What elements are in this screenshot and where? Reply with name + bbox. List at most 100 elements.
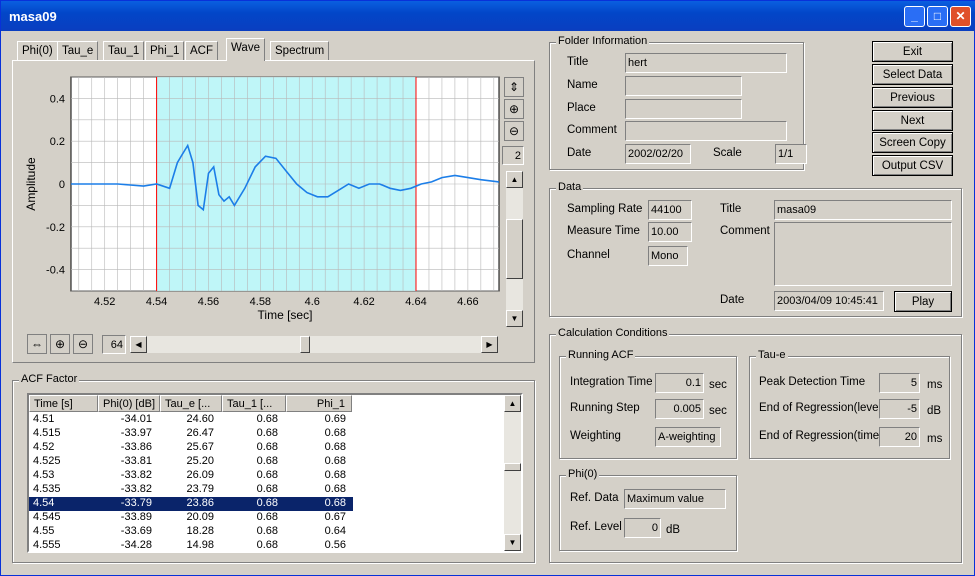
folder-place-label: Place bbox=[567, 102, 596, 114]
horizontal-zoom-value: 64 bbox=[102, 335, 126, 354]
channel-field: Mono bbox=[648, 246, 688, 266]
zoom-out-vertical-icon[interactable]: ⊖ bbox=[504, 121, 524, 141]
table-cell: -33.86 bbox=[120, 441, 152, 453]
table-cell: 4.54 bbox=[33, 497, 55, 509]
maximize-button[interactable]: □ bbox=[927, 6, 948, 27]
table-cell: 4.52 bbox=[33, 441, 55, 453]
folder-info-label: Folder Information bbox=[556, 35, 650, 47]
peak-detection-unit: ms bbox=[927, 379, 943, 391]
x-tick-label: 4.54 bbox=[146, 296, 167, 308]
col-phi0[interactable]: Phi(0) [dB] bbox=[98, 395, 160, 412]
h-scroll-thumb[interactable] bbox=[300, 336, 310, 353]
zoom-out-horizontal-icon[interactable]: ⊖ bbox=[73, 334, 93, 354]
output-csv-button[interactable]: Output CSV bbox=[872, 155, 953, 176]
table-row[interactable]: 4.515 -33.97 26.47 0.68 0.68 bbox=[29, 427, 353, 441]
sampling-rate-label: Sampling Rate bbox=[567, 203, 643, 215]
data-title-field: masa09 bbox=[774, 200, 952, 220]
table-row[interactable]: 4.535 -33.82 23.79 0.68 0.68 bbox=[29, 483, 353, 497]
zoom-in-horizontal-icon[interactable]: ⊕ bbox=[50, 334, 70, 354]
ref-level-label: Ref. Level bbox=[570, 521, 622, 533]
y-tick-label: 0.4 bbox=[50, 93, 65, 105]
table-cell: 4.51 bbox=[33, 413, 55, 425]
folder-name-label: Name bbox=[567, 79, 598, 91]
x-tick-label: 4.66 bbox=[457, 296, 478, 308]
table-cell: 26.09 bbox=[186, 469, 214, 481]
previous-button[interactable]: Previous bbox=[872, 87, 953, 108]
data-label: Data bbox=[556, 181, 584, 193]
col-time[interactable]: Time [s] bbox=[29, 395, 98, 412]
peak-detection-field: 5 bbox=[879, 373, 920, 393]
fit-horizontal-icon[interactable]: ⇔ bbox=[27, 334, 47, 354]
acf-scroll-down-icon[interactable]: ▼ bbox=[504, 534, 521, 551]
col-phi-1[interactable]: Phi_1 bbox=[286, 395, 352, 412]
horizontal-scrollbar[interactable]: ◀ ▶ bbox=[130, 336, 498, 353]
y-tick-label: -0.2 bbox=[46, 222, 65, 234]
ref-level-field: 0 bbox=[624, 518, 661, 538]
acf-scrollbar[interactable]: ▲ ▼ bbox=[504, 395, 521, 551]
table-body: 4.51 -34.01 24.60 0.68 0.69 4.515 -33.97 26.47 0… bbox=[29, 413, 353, 551]
scroll-left-icon[interactable]: ◀ bbox=[130, 336, 147, 353]
folder-comment-label: Comment bbox=[567, 124, 617, 136]
fit-vertical-icon[interactable]: ⇕ bbox=[504, 77, 524, 97]
folder-date-field: 2002/02/20 bbox=[625, 144, 691, 164]
tab-phi-1[interactable]: Phi_1 bbox=[145, 41, 185, 61]
integration-unit: sec bbox=[709, 379, 727, 391]
table-cell: 0.68 bbox=[324, 441, 346, 453]
folder-title-label: Title bbox=[567, 56, 589, 68]
acf-table[interactable]: Time [s] Phi(0) [dB] Tau_e [... Tau_1 [.… bbox=[27, 393, 523, 553]
tab-tau-e[interactable]: Tau_e bbox=[57, 41, 99, 61]
col-tau-1[interactable]: Tau_1 [... bbox=[222, 395, 286, 412]
acf-factor-label: ACF Factor bbox=[19, 373, 80, 385]
ref-data-field: Maximum value bbox=[624, 489, 726, 509]
zoom-in-vertical-icon[interactable]: ⊕ bbox=[504, 99, 524, 119]
tab-phi0[interactable]: Phi(0) bbox=[17, 41, 58, 61]
tab-tau-1[interactable]: Tau_1 bbox=[103, 41, 145, 61]
measure-time-field: 10.00 bbox=[648, 222, 692, 242]
table-cell: 0.68 bbox=[324, 483, 346, 495]
select-data-button[interactable]: Select Data bbox=[872, 64, 953, 85]
scroll-thumb[interactable] bbox=[506, 219, 523, 279]
col-tau-e[interactable]: Tau_e [... bbox=[160, 395, 222, 412]
table-row[interactable]: 4.525 -33.81 25.20 0.68 0.68 bbox=[29, 455, 353, 469]
running-step-unit: sec bbox=[709, 405, 727, 417]
integration-time-label: Integration Time bbox=[570, 376, 653, 388]
table-row[interactable]: 4.51 -34.01 24.60 0.68 0.69 bbox=[29, 413, 353, 427]
wave-chart[interactable]: 4.52 4.54 4.56 4.58 4.6 4.62 4.64 4.66 0.4 0.2 0 -0… bbox=[23, 67, 501, 329]
exit-button[interactable]: Exit bbox=[872, 41, 953, 62]
table-row[interactable]: 4.55 -33.69 18.28 0.68 0.64 bbox=[29, 525, 353, 539]
integration-time-field: 0.1 bbox=[655, 373, 704, 393]
acf-scroll-thumb[interactable] bbox=[504, 463, 521, 471]
calc-conditions-label: Calculation Conditions bbox=[556, 327, 670, 339]
tab-wave[interactable]: Wave bbox=[226, 38, 265, 61]
title-bar: masa09 _ □ ✕ bbox=[1, 1, 975, 31]
tab-spectrum[interactable]: Spectrum bbox=[270, 41, 330, 61]
table-row[interactable]: 4.545 -33.89 20.09 0.68 0.67 bbox=[29, 511, 353, 525]
table-row[interactable]: 4.555 -34.28 14.98 0.68 0.56 bbox=[29, 539, 353, 551]
minimize-button[interactable]: _ bbox=[904, 6, 925, 27]
table-cell: 20.09 bbox=[186, 511, 214, 523]
tab-acf[interactable]: ACF bbox=[185, 41, 218, 61]
table-cell: 4.53 bbox=[33, 469, 55, 481]
data-date-label: Date bbox=[720, 294, 745, 306]
scroll-up-icon[interactable]: ▲ bbox=[506, 171, 523, 188]
play-button[interactable]: Play bbox=[894, 291, 952, 312]
screen-copy-button[interactable]: Screen Copy bbox=[872, 132, 953, 153]
table-row[interactable]: 4.53 -33.82 26.09 0.68 0.68 bbox=[29, 469, 353, 483]
weighting-label: Weighting bbox=[570, 430, 621, 442]
next-button[interactable]: Next bbox=[872, 110, 953, 131]
scroll-down-icon[interactable]: ▼ bbox=[506, 310, 523, 327]
table-cell: 26.47 bbox=[186, 427, 214, 439]
data-title-label: Title bbox=[720, 203, 742, 215]
folder-place-field bbox=[625, 99, 742, 119]
close-button[interactable]: ✕ bbox=[950, 6, 971, 27]
table-cell: 24.60 bbox=[186, 413, 214, 425]
scroll-right-icon[interactable]: ▶ bbox=[481, 336, 498, 353]
y-tick-label: -0.4 bbox=[46, 265, 65, 277]
table-row[interactable]: 4.54 -33.79 23.86 0.68 0.68 bbox=[29, 497, 353, 511]
table-cell: 0.68 bbox=[324, 469, 346, 481]
acf-scroll-up-icon[interactable]: ▲ bbox=[504, 395, 521, 412]
table-row[interactable]: 4.52 -33.86 25.67 0.68 0.68 bbox=[29, 441, 353, 455]
vertical-zoom-value: 2 bbox=[502, 146, 524, 165]
vertical-scrollbar[interactable]: ▲ ▼ bbox=[506, 171, 523, 327]
table-cell: 0.68 bbox=[256, 427, 278, 439]
